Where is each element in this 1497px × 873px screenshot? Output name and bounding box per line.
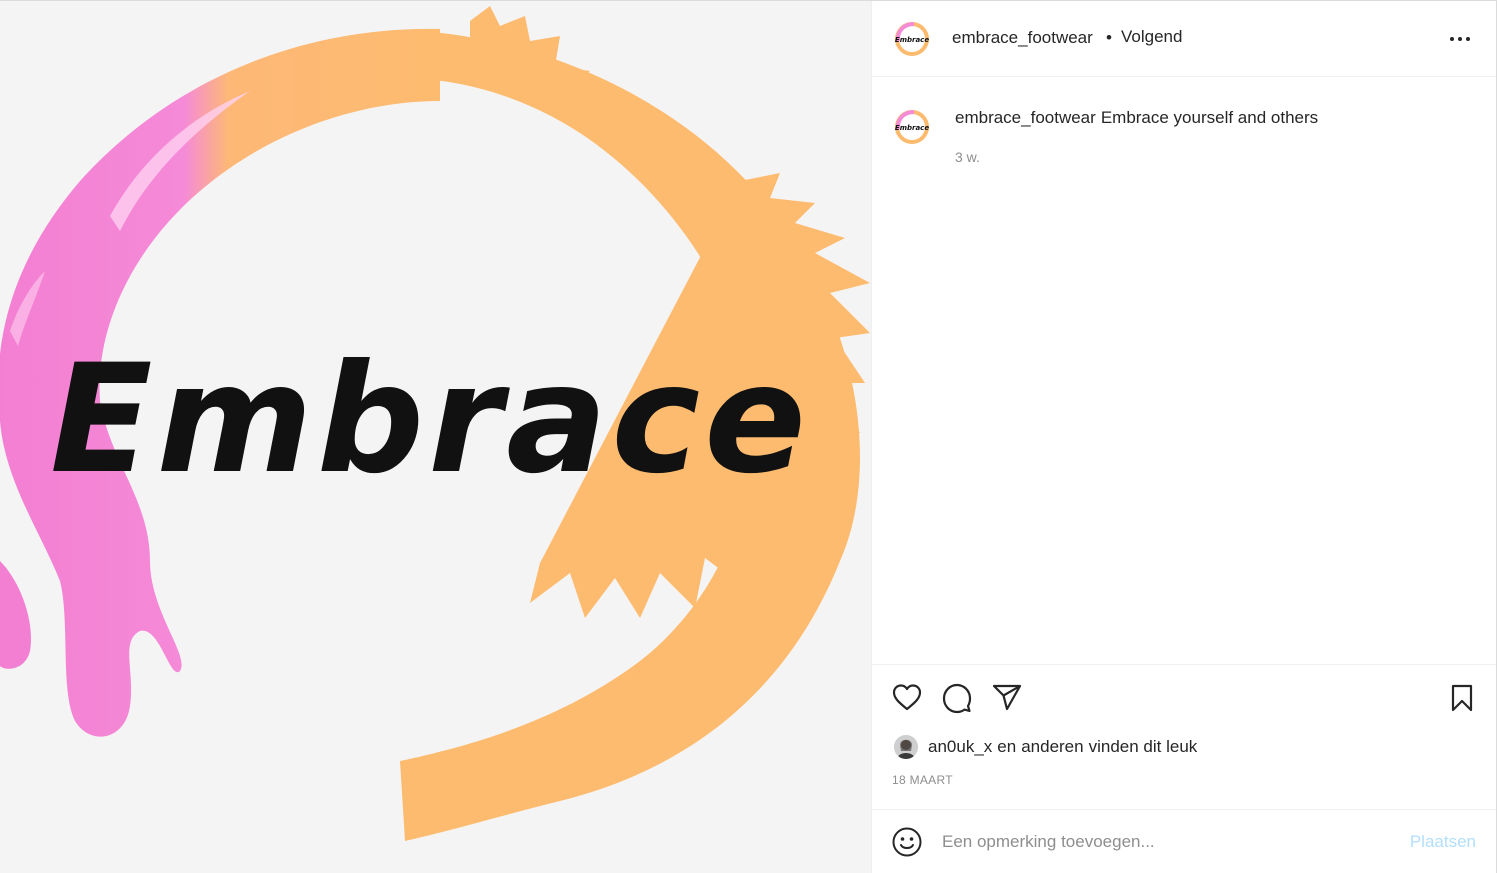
orange-brush-top [470, 6, 590, 91]
post-container: Embrace Embrace embrace_footwear • Volge… [0, 0, 1497, 873]
likes-others-link[interactable]: anderen [1021, 737, 1083, 757]
svg-text:Embrace: Embrace [895, 124, 929, 132]
likes-suffix: vinden dit leuk [1088, 737, 1198, 756]
caption-text-row: embrace_footwear Embrace yourself and oth… [955, 108, 1318, 128]
heart-icon[interactable] [891, 682, 923, 714]
header-separator: • [1106, 28, 1112, 47]
liker-avatar[interactable] [894, 735, 918, 759]
emoji-icon[interactable] [891, 826, 923, 858]
caption-avatar[interactable]: Embrace [892, 107, 932, 147]
embrace-logo-avatar-icon: Embrace [892, 19, 932, 59]
likes-connector: en [997, 737, 1017, 756]
caption-username[interactable]: embrace_footwear [955, 108, 1096, 127]
comment-icon[interactable] [941, 682, 973, 714]
comment-input[interactable] [942, 824, 1382, 860]
post-image[interactable]: Embrace [0, 1, 871, 873]
embrace-logo-artwork: Embrace [0, 6, 870, 841]
comment-box: Plaatsen [872, 809, 1496, 873]
post-date[interactable]: 18 MAART [892, 773, 953, 787]
liker-username[interactable]: an0uk_x [928, 737, 992, 757]
more-options-icon[interactable] [1446, 25, 1474, 53]
caption-body: Embrace yourself and others [1100, 108, 1319, 127]
send-icon[interactable] [991, 682, 1023, 714]
pink-drip-left [0, 561, 31, 669]
post-comment-button[interactable]: Plaatsen [1410, 832, 1476, 852]
post-header: Embrace embrace_footwear • Volgend [872, 1, 1496, 77]
profile-avatar[interactable]: Embrace [892, 19, 932, 59]
svg-text:Embrace: Embrace [895, 36, 929, 44]
follow-status-button[interactable]: Volgend [1121, 27, 1182, 47]
post-side-panel: Embrace embrace_footwear • Volgend Embra… [871, 1, 1497, 873]
header-username[interactable]: embrace_footwear [952, 28, 1093, 48]
caption-timestamp[interactable]: 3 w. [955, 149, 980, 165]
likes-summary: an0uk_x en anderen vinden dit leuk [894, 735, 1202, 759]
embrace-logo-avatar-icon: Embrace [892, 107, 932, 147]
bookmark-icon[interactable] [1446, 682, 1478, 714]
action-bar: an0uk_x en anderen vinden dit leuk 18 MA… [872, 664, 1496, 809]
embrace-logo-text: Embrace [50, 333, 810, 507]
